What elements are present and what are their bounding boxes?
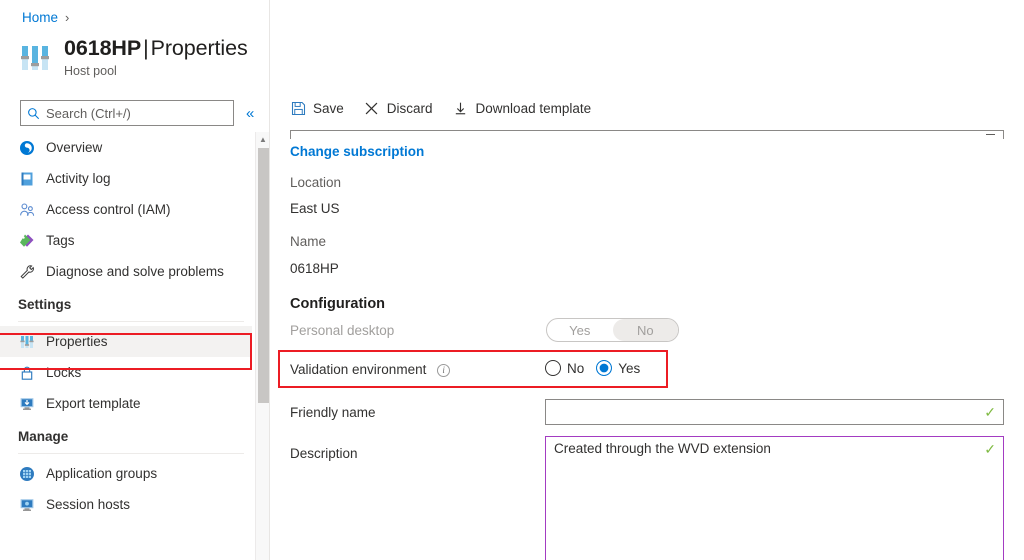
properties-form: Change subscription Location East US Nam…: [290, 130, 1004, 560]
overview-icon: [18, 139, 35, 156]
lock-icon: [18, 364, 35, 381]
close-icon: [364, 100, 380, 116]
sidebar-item-label: Overview: [46, 140, 102, 155]
sidebar-scrollbar[interactable]: ▲: [255, 132, 269, 560]
sidebar-item-overview[interactable]: Overview: [0, 132, 252, 163]
sidebar-item-session-hosts[interactable]: Session hosts: [0, 489, 252, 520]
resource-name: 0618HP: [64, 36, 141, 60]
page-subtitle: Host pool: [64, 64, 248, 78]
personal-desktop-label: Personal desktop: [290, 323, 394, 338]
sidebar-item-diagnose[interactable]: Diagnose and solve problems: [0, 256, 252, 287]
sidebar-group-divider: [18, 321, 244, 322]
breadcrumb-separator-icon: ›: [65, 10, 69, 25]
sidebar-group-settings: Settings: [0, 287, 252, 317]
description-value: Created through the WVD extension: [554, 441, 771, 456]
sidebar-item-export-template[interactable]: Export template: [0, 388, 252, 419]
radio-no[interactable]: No: [545, 360, 584, 376]
title-divider: |: [141, 36, 151, 60]
location-value: East US: [290, 201, 340, 216]
discard-label: Discard: [387, 101, 433, 116]
sidebar-item-label: Access control (IAM): [46, 202, 171, 217]
sidebar-group-manage: Manage: [0, 419, 252, 449]
scrollbar-thumb[interactable]: [258, 148, 269, 403]
sidebar-item-label: Application groups: [46, 466, 157, 481]
breadcrumb: Home ›: [22, 10, 69, 25]
sidebar-item-tags[interactable]: Tags: [0, 225, 252, 256]
download-icon: [453, 100, 469, 116]
validation-environment-label-text: Validation environment: [290, 362, 426, 377]
activity-log-icon: [18, 170, 35, 187]
sliders-icon: [18, 333, 35, 350]
validation-environment-label: Validation environment i: [290, 362, 450, 377]
sidebar-item-label: Export template: [46, 396, 141, 411]
download-template-label: Download template: [476, 101, 592, 116]
validation-environment-radio-group: No Yes: [545, 360, 640, 376]
save-button[interactable]: Save: [290, 100, 344, 116]
sidebar-item-application-groups[interactable]: Application groups: [0, 458, 252, 489]
app-groups-icon: [18, 465, 35, 482]
search-placeholder: Search (Ctrl+/): [46, 106, 131, 121]
sidebar-nav: Overview Activity log Acc: [0, 132, 252, 560]
configuration-heading: Configuration: [290, 296, 385, 312]
breadcrumb-home[interactable]: Home: [22, 10, 58, 25]
sidebar-item-locks[interactable]: Locks: [0, 357, 252, 388]
sidebar-item-label: Activity log: [46, 171, 111, 186]
subscription-field-clipped[interactable]: [290, 130, 1004, 139]
toggle-option-yes[interactable]: Yes: [547, 319, 613, 341]
page-title: 0618HP|Properties: [64, 36, 248, 60]
search-input[interactable]: Search (Ctrl+/): [20, 100, 234, 126]
collapse-sidebar-icon[interactable]: «: [246, 106, 254, 121]
wrench-icon: [18, 263, 35, 280]
export-template-icon: [18, 395, 35, 412]
checkmark-icon: ✓: [984, 405, 996, 419]
radio-dot: [545, 360, 561, 376]
sidebar-content-divider: [269, 0, 270, 560]
radio-label: Yes: [618, 361, 640, 376]
sidebar-item-properties[interactable]: Properties: [0, 326, 252, 357]
toggle-option-no[interactable]: No: [613, 319, 679, 341]
location-label: Location: [290, 175, 341, 190]
info-icon[interactable]: i: [437, 364, 450, 377]
sidebar-item-access-control[interactable]: Access control (IAM): [0, 194, 252, 225]
name-value: 0618HP: [290, 261, 339, 276]
discard-button[interactable]: Discard: [364, 100, 433, 116]
page-name: Properties: [151, 36, 248, 60]
scroll-up-icon[interactable]: ▲: [256, 132, 270, 147]
radio-yes[interactable]: Yes: [596, 360, 640, 376]
sliders-icon: [18, 41, 52, 75]
session-hosts-icon: [18, 496, 35, 513]
sidebar-search-row: Search (Ctrl+/) «: [20, 100, 254, 126]
access-control-icon: [18, 201, 35, 218]
sidebar-item-activity-log[interactable]: Activity log: [0, 163, 252, 194]
command-bar: Save Discard Download template: [290, 100, 591, 116]
sidebar-item-label: Session hosts: [46, 497, 130, 512]
page-header: 0618HP|Properties Host pool: [18, 36, 248, 78]
radio-label: No: [567, 361, 584, 376]
sidebar-item-label: Properties: [46, 334, 108, 349]
save-icon: [290, 100, 306, 116]
friendly-name-input[interactable]: ✓: [545, 399, 1004, 425]
azure-portal-host-pool-properties: Home › 0618HP|Properties Host pool: [0, 0, 1024, 560]
tags-icon: [18, 232, 35, 249]
sidebar-group-divider: [18, 453, 244, 454]
search-icon: [27, 107, 40, 120]
description-label: Description: [290, 446, 358, 461]
friendly-name-label: Friendly name: [290, 405, 376, 420]
change-subscription-link[interactable]: Change subscription: [290, 144, 424, 159]
personal-desktop-toggle[interactable]: Yes No: [546, 318, 679, 342]
name-label: Name: [290, 234, 326, 249]
sidebar-item-label: Diagnose and solve problems: [46, 264, 224, 279]
save-label: Save: [313, 101, 344, 116]
download-template-button[interactable]: Download template: [453, 100, 592, 116]
sidebar-item-label: Tags: [46, 233, 75, 248]
clipped-dash-icon: [986, 134, 995, 135]
sidebar-item-label: Locks: [46, 365, 81, 380]
checkmark-icon: ✓: [984, 442, 996, 456]
description-textarea[interactable]: Created through the WVD extension ✓: [545, 436, 1004, 560]
radio-dot: [596, 360, 612, 376]
